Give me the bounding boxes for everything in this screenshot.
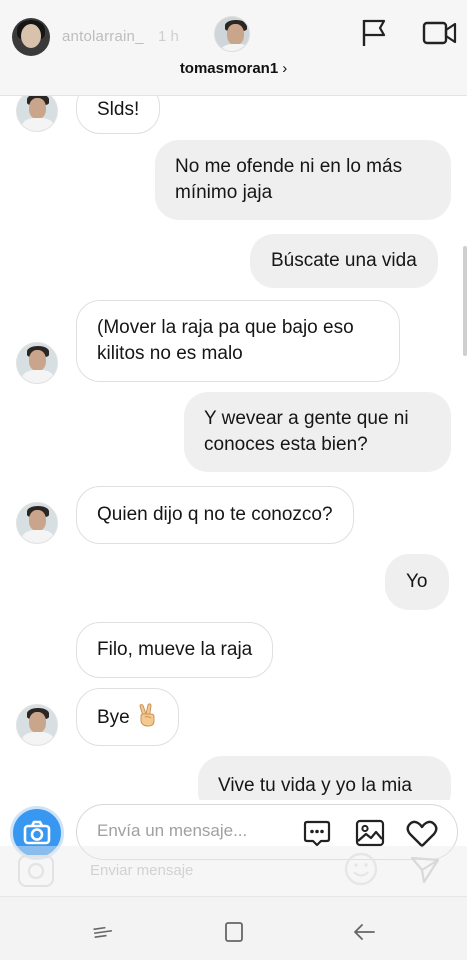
sender-avatar[interactable] [16,96,58,132]
message-incoming[interactable]: Bye [76,688,179,746]
message-text: Búscate una vida [250,234,438,288]
smiley-icon[interactable] [344,852,378,886]
sender-avatar[interactable] [16,342,58,384]
message-text: Yo [385,554,449,610]
heart-icon[interactable] [405,819,439,849]
message-incoming[interactable]: Quien dijo q no te conozco? [76,486,354,544]
message-thread[interactable]: Slds! No me ofende ni en lo más mínimo j… [0,96,467,800]
message-outgoing[interactable]: Yo [385,554,449,610]
avatar-shirt [220,44,249,51]
system-nav-bar [0,896,467,960]
avatar-shirt [22,370,54,383]
story-camera-button[interactable] [18,855,54,887]
avatar-face [29,510,46,531]
flag-icon[interactable] [360,18,388,48]
chat-bubble-dots-icon[interactable] [303,819,331,847]
message-text: Slds! [76,96,161,134]
message-bubble: Bye [76,688,179,746]
message-incoming[interactable]: Slds! [76,96,161,134]
message-incoming[interactable]: Filo, mueve la raja [76,622,274,678]
message-outgoing[interactable]: Búscate una vida [250,234,438,288]
avatar-face [21,24,41,48]
scrollbar[interactable] [463,246,467,356]
message-input[interactable] [97,821,287,841]
avatar-face [29,712,46,733]
avatar-face [29,98,46,119]
avatar-shirt [22,530,54,543]
message-text: Y wevear a gente que ni conoces esta bie… [184,392,451,472]
avatar-shirt [22,732,54,745]
message-text: No me ofende ni en lo más mínimo jaja [155,140,451,220]
message-incoming[interactable]: (Mover la raja pa que bajo eso kilitos n… [76,300,400,382]
message-outgoing[interactable]: Vive tu vida y yo la mia [198,756,451,800]
message-outgoing[interactable]: No me ofende ni en lo más mínimo jaja [155,140,451,220]
message-text: Bye [97,707,130,728]
chat-avatar[interactable] [214,16,250,52]
camera-icon [27,862,45,880]
message-text: (Mover la raja pa que bajo eso kilitos n… [76,300,400,382]
message-text: Quien dijo q no te conozco? [76,486,354,544]
story-reply-bar: Enviar mensaje [0,846,467,896]
message-outgoing[interactable]: Y wevear a gente que ni conoces esta bie… [184,392,451,472]
back-icon[interactable] [352,921,376,943]
video-camera-icon[interactable] [422,18,458,48]
story-header: antolarrain_ 1 h tomasmoran1 › [0,0,467,96]
image-icon[interactable] [355,819,385,847]
paper-plane-icon[interactable] [410,856,440,884]
avatar-shirt [22,118,54,131]
story-username[interactable]: antolarrain_ [62,28,144,45]
story-reply-input[interactable]: Enviar mensaje [90,862,193,879]
chat-title[interactable]: tomasmoran1 › [0,60,467,77]
avatar-face [29,350,46,371]
sender-avatar[interactable] [16,704,58,746]
home-icon[interactable] [224,921,244,943]
message-text: Filo, mueve la raja [76,622,274,678]
sender-avatar[interactable] [16,502,58,544]
story-user-avatar[interactable] [12,18,50,56]
recent-apps-icon[interactable] [92,923,114,941]
avatar-face [227,24,244,45]
chevron-right-icon: › [282,60,288,77]
story-timestamp: 1 h [158,28,179,45]
message-text: Vive tu vida y yo la mia [198,756,451,800]
victory-hand-icon [139,703,155,727]
chat-title-username[interactable]: tomasmoran1 [180,60,278,77]
